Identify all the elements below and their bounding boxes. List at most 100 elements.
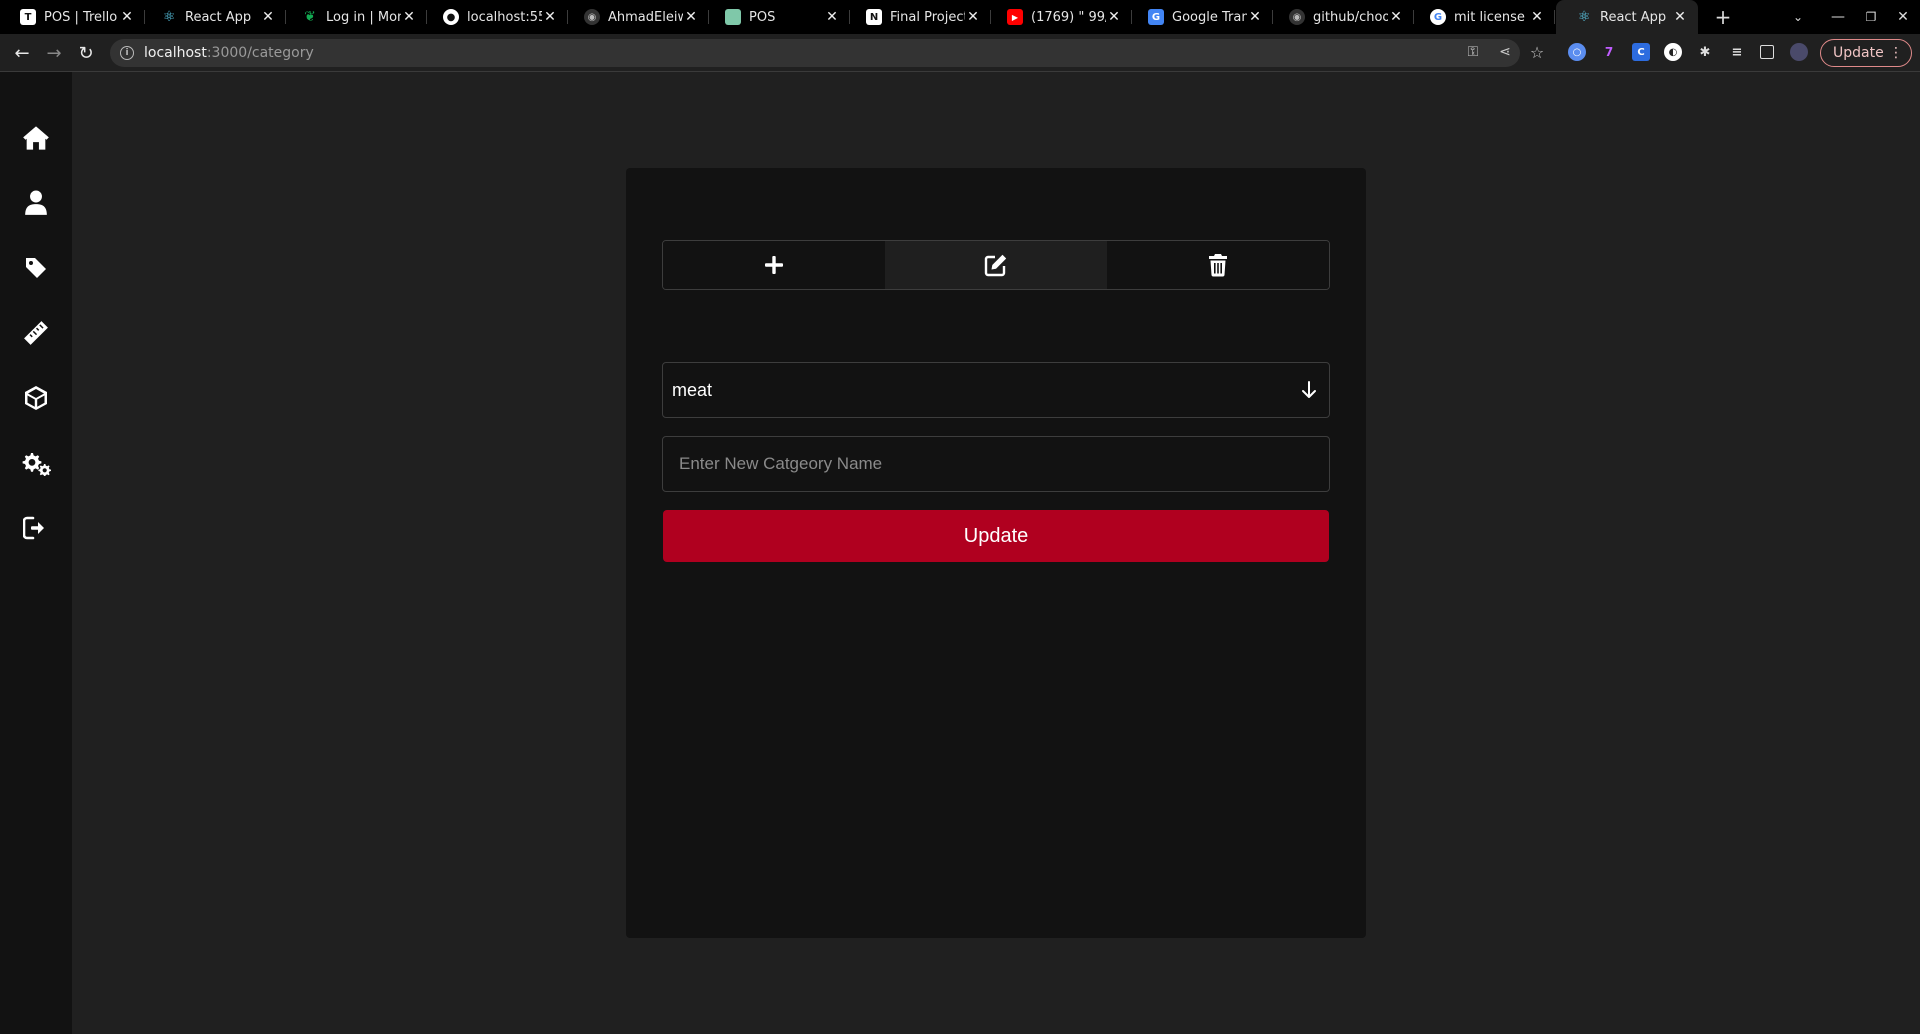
browser-tab[interactable]: N Final Project ✕	[846, 0, 991, 34]
close-tab-icon[interactable]: ✕	[1672, 9, 1688, 25]
extension-icon[interactable]: ◐	[1664, 43, 1682, 61]
bookmark-star-icon[interactable]: ☆	[1526, 41, 1548, 63]
forward-arrow-icon[interactable]: →	[42, 41, 66, 65]
site-info-icon[interactable]: i	[120, 46, 134, 60]
sign-out-icon	[23, 516, 44, 540]
tab-title: React App	[1600, 9, 1667, 25]
browser-tab[interactable]: ◉ github/choo ✕	[1269, 0, 1414, 34]
update-category-button[interactable]: Update	[663, 510, 1329, 562]
category-action-tabs	[662, 240, 1330, 290]
mongodb-leaf-icon: ❦	[304, 9, 316, 25]
github-icon: ◉	[584, 9, 600, 25]
close-tab-icon[interactable]: ✕	[824, 9, 840, 25]
tab-title: mit license -	[1454, 9, 1529, 25]
browser-tab-active[interactable]: ⚛ React App ✕	[1556, 0, 1698, 34]
close-tab-icon[interactable]: ✕	[683, 9, 699, 25]
tab-title: Final Project	[890, 9, 965, 25]
google-translate-icon: G	[1148, 9, 1164, 25]
new-tab-button[interactable]: +	[1708, 0, 1738, 34]
restore-icon[interactable]: ❐	[1856, 0, 1886, 34]
react-icon: ⚛	[162, 9, 176, 25]
reading-list-icon[interactable]: ≡	[1728, 43, 1746, 61]
edit-icon	[984, 254, 1007, 277]
close-tab-icon[interactable]: ✕	[401, 9, 417, 25]
browser-tab-strip: T POS | Trello ✕ ⚛ React App ✕ ❦ Log in …	[0, 0, 1920, 34]
sidebar-item-logout[interactable]	[16, 508, 56, 548]
tab-title: localhost:55	[467, 9, 542, 25]
sidebar-item-products[interactable]	[16, 378, 56, 418]
ruler-icon	[24, 321, 48, 345]
tab-title: POS	[749, 9, 776, 25]
app-icon	[725, 9, 741, 25]
browser-tab[interactable]: ▶ (1769) " 99/9 ✕	[987, 0, 1132, 34]
github-icon: ◉	[1289, 9, 1305, 25]
close-tab-icon[interactable]: ✕	[1529, 9, 1545, 25]
browser-tab[interactable]: T POS | Trello ✕	[0, 0, 145, 34]
close-tab-icon[interactable]: ✕	[965, 9, 981, 25]
close-tab-icon[interactable]: ✕	[260, 9, 276, 25]
tab-edit-category[interactable]	[885, 241, 1107, 289]
address-bar[interactable]: i localhost:3000/category	[110, 39, 1520, 67]
tab-title: (1769) " 99/9	[1031, 9, 1106, 25]
sidebar-item-units[interactable]	[16, 313, 56, 353]
category-card: meat Update	[626, 168, 1366, 938]
tag-icon	[26, 258, 46, 278]
new-category-name-input[interactable]	[662, 436, 1330, 492]
sidebar-item-users[interactable]	[16, 183, 56, 223]
sidebar-item-categories[interactable]	[16, 248, 56, 288]
plus-icon	[765, 256, 783, 274]
url-host: localhost	[144, 45, 207, 61]
update-label: Update	[1833, 45, 1884, 61]
reload-icon[interactable]: ↻	[74, 41, 98, 65]
selected-category-value: meat	[672, 379, 713, 400]
tab-add-category[interactable]	[663, 241, 885, 289]
url-path: :3000/category	[206, 45, 314, 61]
close-tab-icon[interactable]: ✕	[119, 9, 135, 25]
extension-icon[interactable]: C	[1632, 43, 1650, 61]
browser-toolbar: ← → ↻ i localhost:3000/category ⚿ ⋖ ☆ ○ …	[0, 34, 1920, 72]
close-tab-icon[interactable]: ✕	[542, 9, 558, 25]
close-tab-icon[interactable]: ✕	[1106, 9, 1122, 25]
close-tab-icon[interactable]: ✕	[1388, 9, 1404, 25]
sidebar-item-home[interactable]	[16, 118, 56, 158]
share-icon[interactable]: ⋖	[1494, 41, 1516, 63]
minimize-icon[interactable]: —	[1823, 0, 1853, 34]
tab-delete-category[interactable]	[1107, 241, 1329, 289]
trash-icon	[1209, 254, 1227, 277]
notion-icon: N	[866, 9, 882, 25]
arrow-down-icon	[1302, 381, 1316, 398]
browser-tab[interactable]: G mit license - ✕	[1410, 0, 1555, 34]
browser-update-button[interactable]: Update ⋮	[1820, 39, 1912, 67]
browser-tab[interactable]: POS ✕	[705, 0, 850, 34]
side-panel-icon[interactable]	[1760, 45, 1774, 59]
trello-icon: T	[20, 9, 36, 25]
kebab-menu-icon[interactable]: ⋮	[1889, 45, 1903, 61]
react-icon: ⚛	[1577, 9, 1591, 25]
tab-title: Log in | Mong	[326, 9, 401, 25]
close-tab-icon[interactable]: ✕	[1247, 9, 1263, 25]
browser-tab[interactable]: ❦ Log in | Mong ✕	[282, 0, 427, 34]
tab-title: AhmadEleiw	[608, 9, 683, 25]
browser-tab[interactable]: G Google Tran ✕	[1128, 0, 1273, 34]
tab-title: POS | Trello	[44, 9, 118, 25]
browser-tab[interactable]: ⚛ React App ✕	[141, 0, 286, 34]
tab-search-chevron-icon[interactable]: ⌄	[1783, 0, 1813, 34]
tab-title: React App	[185, 9, 252, 25]
avatar[interactable]	[1790, 43, 1808, 61]
cube-icon	[25, 386, 47, 410]
globe-icon: ●	[443, 9, 459, 25]
browser-tab[interactable]: ● localhost:55 ✕	[423, 0, 568, 34]
home-icon	[23, 126, 49, 150]
tab-title: Google Tran	[1172, 9, 1247, 25]
sidebar-item-settings[interactable]	[16, 443, 56, 483]
category-select[interactable]: meat	[662, 362, 1330, 418]
extension-icon[interactable]: ○	[1568, 43, 1586, 61]
key-icon[interactable]: ⚿	[1462, 41, 1484, 63]
puzzle-icon[interactable]: ✱	[1696, 43, 1714, 61]
back-arrow-icon[interactable]: ←	[10, 41, 34, 65]
extension-icon[interactable]: 7	[1600, 43, 1618, 61]
close-window-icon[interactable]: ✕	[1888, 0, 1918, 34]
browser-tab[interactable]: ◉ AhmadEleiw ✕	[564, 0, 709, 34]
google-icon: G	[1430, 9, 1446, 25]
tab-title: github/choo	[1313, 9, 1388, 25]
